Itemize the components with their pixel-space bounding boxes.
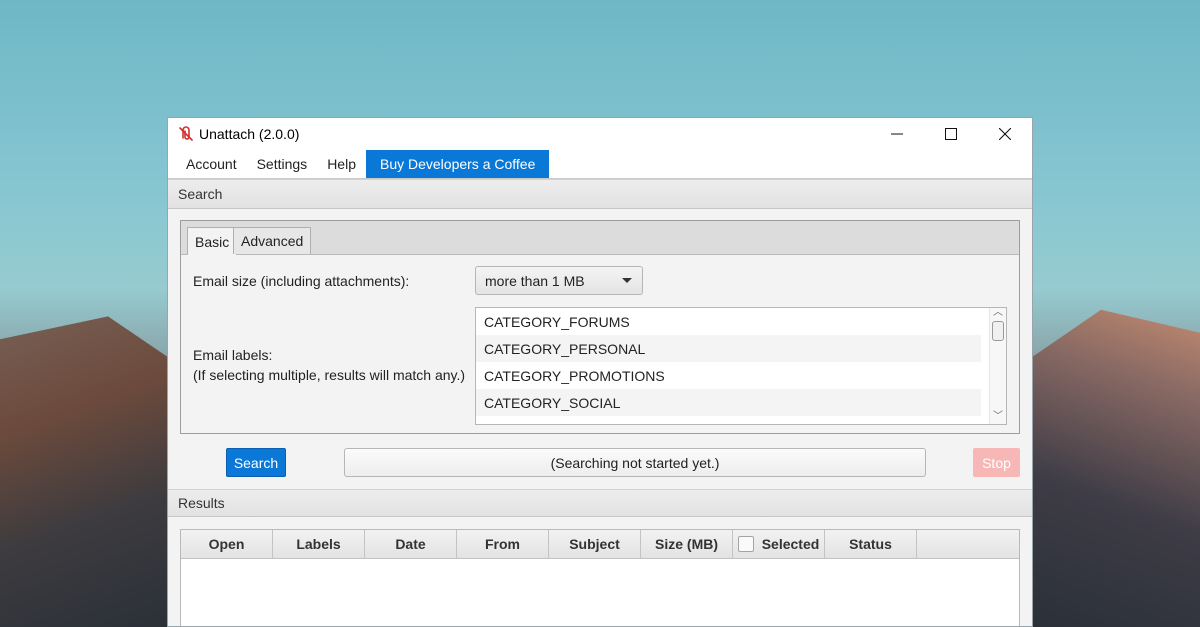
list-item[interactable]: CATEGORY_SOCIAL [476,389,981,416]
window-title: Unattach (2.0.0) [199,126,300,142]
column-open[interactable]: Open [181,530,273,558]
chevron-down-icon [622,278,632,283]
column-size[interactable]: Size (MB) [641,530,733,558]
maximize-icon [945,128,957,140]
stop-button[interactable]: Stop [973,448,1020,477]
column-date[interactable]: Date [365,530,457,558]
email-size-dropdown[interactable]: more than 1 MB [475,266,643,295]
results-table-header: Open Labels Date From Subject Size (MB) … [181,530,1019,559]
email-size-value: more than 1 MB [485,272,585,289]
search-tab-pane: Basic Advanced Email size (including att… [180,220,1020,434]
minimize-button[interactable] [870,118,924,150]
window-controls [870,118,1032,150]
scroll-thumb[interactable] [992,321,1004,341]
app-window: Unattach (2.0.0) Account Settings Help B… [167,117,1033,627]
select-all-checkbox[interactable] [737,536,754,552]
column-status[interactable]: Status [825,530,917,558]
maximize-button[interactable] [924,118,978,150]
tab-header: Basic Advanced [181,221,1019,255]
search-status: (Searching not started yet.) [344,448,926,477]
list-item[interactable]: CATEGORY_PERSONAL [476,335,981,362]
menu-help[interactable]: Help [317,150,366,178]
close-icon [999,128,1011,140]
labels-scrollbar[interactable]: ︿ ﹀ [989,308,1006,424]
column-from[interactable]: From [457,530,549,558]
close-button[interactable] [978,118,1032,150]
results-section-header[interactable]: Results [168,489,1032,517]
search-button[interactable]: Search [226,448,286,477]
column-selected-label: Selected [761,536,820,552]
menu-buy-coffee[interactable]: Buy Developers a Coffee [365,150,550,178]
column-selected[interactable]: Selected [733,530,825,558]
title-bar[interactable]: Unattach (2.0.0) [168,118,1032,150]
list-item[interactable]: CATEGORY_PROMOTIONS [476,362,981,389]
email-labels-list[interactable]: CATEGORY_FORUMS CATEGORY_PERSONAL CATEGO… [475,307,1007,425]
list-item[interactable]: CATEGORY_FORUMS [476,308,981,335]
email-labels-hint: (If selecting multiple, results will mat… [193,367,466,383]
unattach-logo-icon [178,126,194,142]
minimize-icon [891,133,903,135]
tab-advanced[interactable]: Advanced [233,227,312,254]
search-section-title: Search [178,186,223,202]
menu-settings[interactable]: Settings [247,150,318,178]
column-labels[interactable]: Labels [273,530,365,558]
menu-bar: Account Settings Help Buy Developers a C… [168,150,1032,179]
background-mountain-left [0,316,180,627]
tab-basic[interactable]: Basic [187,227,238,255]
scroll-up-icon[interactable]: ︿ [993,308,1003,318]
scroll-down-icon[interactable]: ﹀ [993,412,1003,422]
email-size-label: Email size (including attachments): [193,273,410,289]
column-subject[interactable]: Subject [549,530,641,558]
results-section-title: Results [178,495,225,511]
search-section-header[interactable]: Search [168,179,1032,209]
results-table[interactable]: Open Labels Date From Subject Size (MB) … [180,529,1020,626]
email-labels-label: Email labels: [193,347,273,363]
background-mountain-right [1020,309,1200,627]
menu-account[interactable]: Account [168,150,247,178]
